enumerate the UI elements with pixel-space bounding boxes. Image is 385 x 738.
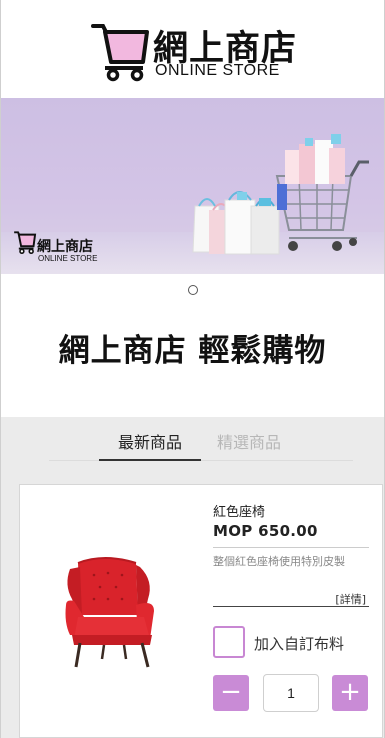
header: 網上商店 ONLINE STORE xyxy=(1,0,384,98)
logo-subtitle: ONLINE STORE xyxy=(155,62,280,79)
product-tabs: 最新商品 精選商品 xyxy=(49,417,353,461)
carousel-indicator xyxy=(1,280,384,299)
product-card: 紅色座椅 MOP 650.00 整個紅色座椅使用特別皮製 [詳情] 加入自訂布料… xyxy=(19,484,383,738)
app-frame: 網上商店 ONLINE STORE 網上商店 ONLINE STORE 網上商店… xyxy=(0,0,385,738)
hero-banner[interactable]: 網上商店 ONLINE STORE xyxy=(1,98,384,274)
red-chair-image[interactable] xyxy=(64,555,160,671)
divider xyxy=(213,547,369,548)
store-logo[interactable]: 網上商店 ONLINE STORE xyxy=(91,18,311,84)
banner-cart-icon xyxy=(14,231,37,254)
custom-fabric-label: 加入自訂布料 xyxy=(254,635,345,653)
tab-featured-products[interactable]: 精選商品 xyxy=(217,429,281,453)
product-detail-link[interactable]: [詳情] xyxy=(335,591,366,607)
divider xyxy=(213,606,369,607)
banner-logo-title: 網上商店 xyxy=(37,239,93,255)
tab-latest-products[interactable]: 最新商品 xyxy=(99,429,201,461)
decrease-quantity-button[interactable]: − xyxy=(213,675,249,711)
product-description: 整個紅色座椅使用特別皮製 xyxy=(213,555,345,568)
quantity-input[interactable]: 1 xyxy=(263,674,319,712)
product-name: 紅色座椅 xyxy=(213,505,266,520)
page-tagline: 網上商店 輕鬆購物 xyxy=(58,333,327,369)
banner-logo-subtitle: ONLINE STORE xyxy=(38,254,98,263)
custom-fabric-checkbox[interactable] xyxy=(213,626,245,658)
carousel-dot[interactable] xyxy=(187,285,198,295)
shopping-cart-icon xyxy=(91,24,149,82)
increase-quantity-button[interactable]: + xyxy=(332,675,368,711)
product-price: MOP 650.00 xyxy=(213,522,318,540)
shopping-bags-cart-illustration xyxy=(192,134,369,255)
product-section: 最新商品 精選商品 紅色座椅 MOP 650.00 整個紅色座椅使用特別皮製 [… xyxy=(1,417,384,738)
